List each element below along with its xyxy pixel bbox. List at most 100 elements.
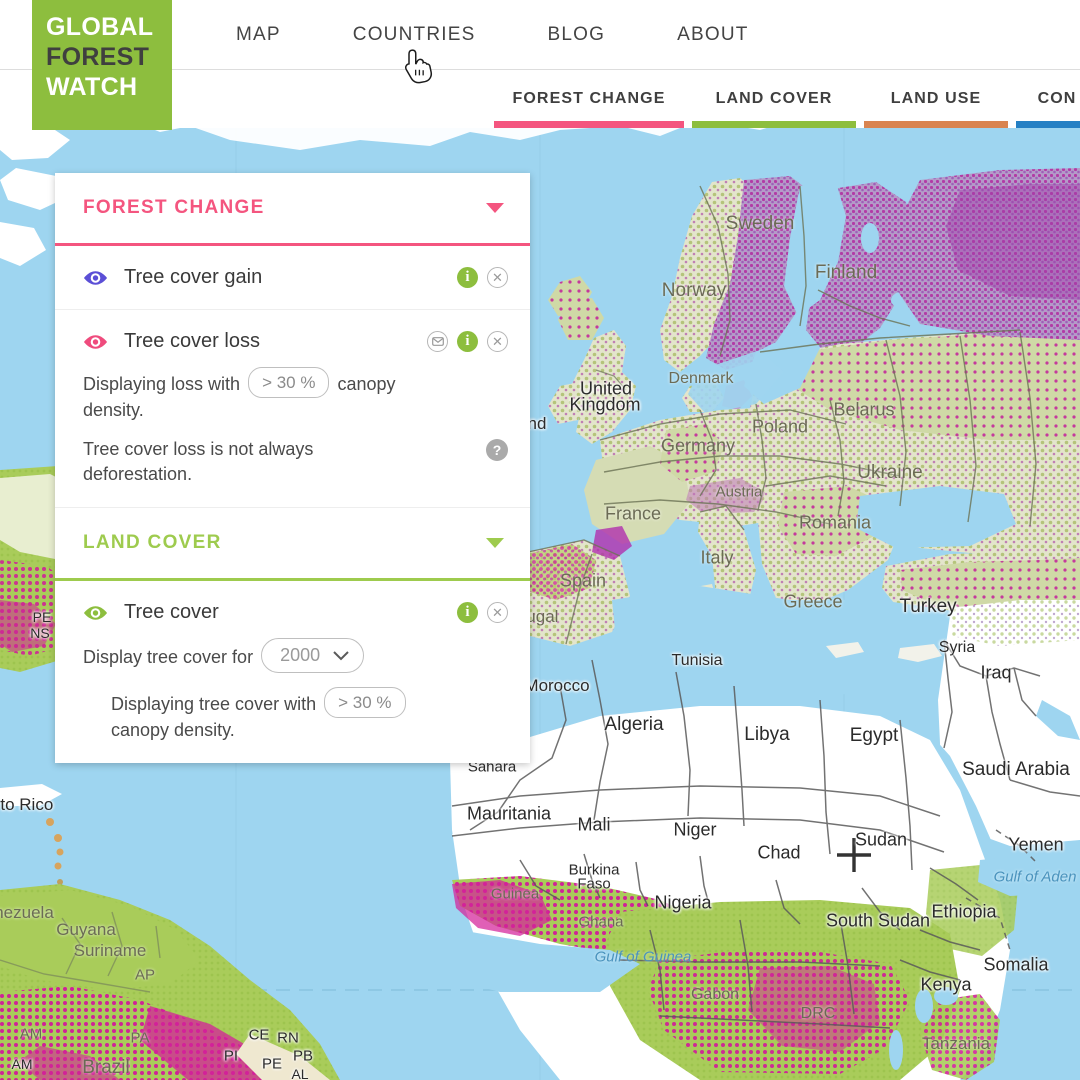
description-text-before: Displaying loss with <box>83 374 241 394</box>
info-icon[interactable]: i <box>457 602 478 623</box>
info-icon[interactable]: i <box>457 331 478 352</box>
map-label: AM <box>19 1025 43 1043</box>
layer-control-panel[interactable]: FOREST CHANGE Tree cover gain i ✕ Tree cover… <box>55 173 530 763</box>
map-label: Nigeria <box>654 892 712 913</box>
map-label: Faso <box>577 875 611 893</box>
map-label: Turkey <box>899 596 957 617</box>
description-text-after: canopy density. <box>111 720 235 740</box>
map-label: Spain <box>559 570 607 591</box>
tab-label: LAND USE <box>890 90 982 107</box>
visibility-eye-icon[interactable] <box>83 605 108 621</box>
description-text: Displaying loss with > 30 % canopy densi… <box>83 367 413 423</box>
close-icon[interactable]: ✕ <box>487 331 508 352</box>
mouse-cursor-pointer <box>404 49 433 84</box>
subscribe-mail-icon[interactable] <box>427 331 448 352</box>
map-label: Egypt <box>849 725 899 746</box>
map-label: Brazil <box>82 1057 130 1078</box>
help-icon[interactable]: ? <box>486 439 508 461</box>
info-icon[interactable]: i <box>457 267 478 288</box>
map-label: nezuela <box>0 903 54 922</box>
tab-land-cover[interactable]: LAND COVER <box>688 70 860 128</box>
layer-description: Displaying tree cover with > 30 % canopy… <box>111 687 508 743</box>
gfw-logo[interactable]: GLOBAL FOREST WATCH <box>32 0 172 130</box>
canopy-density-threshold[interactable]: > 30 % <box>248 367 330 398</box>
map-label: Saudi Arabia <box>962 759 1070 780</box>
tab-label: FOREST CHANGE <box>512 90 666 107</box>
close-icon[interactable]: ✕ <box>487 267 508 288</box>
map-label: CE <box>248 1026 270 1044</box>
tab-underline <box>692 121 856 128</box>
map-label: Ukraine <box>857 462 923 483</box>
logo-line-global: GLOBAL <box>46 13 154 41</box>
canopy-density-threshold[interactable]: > 30 % <box>324 687 406 718</box>
section-title: LAND COVER <box>83 532 222 553</box>
map-label: PI <box>223 1047 239 1065</box>
layer-actions: i ✕ <box>457 602 508 623</box>
layer-row[interactable]: Tree cover i ✕ Display tree cover for 2000 D… <box>55 581 530 763</box>
nav-item-countries[interactable]: COUNTRIES <box>317 24 512 46</box>
description-text-before: Display tree cover for <box>83 647 254 667</box>
map-label: Syria <box>938 639 976 656</box>
chevron-down-icon[interactable] <box>333 643 349 668</box>
map-label: Guinea <box>490 885 540 903</box>
map-label: PA <box>130 1029 150 1047</box>
map-label: AL <box>291 1066 309 1080</box>
map-label: Chad <box>757 842 801 863</box>
description-text: Display tree cover for 2000 <box>83 638 367 673</box>
chevron-down-icon[interactable] <box>486 203 504 213</box>
map-label: Sweden <box>725 213 795 234</box>
visibility-eye-icon[interactable] <box>83 334 108 350</box>
tab-forest-change[interactable]: FOREST CHANGE <box>490 70 688 128</box>
year-select-value: 2000 <box>280 645 321 665</box>
main-navigation: MAP COUNTRIES BLOG ABOUT <box>200 0 785 70</box>
year-select[interactable]: 2000 <box>261 638 365 673</box>
map-label: Gabon <box>690 986 740 1003</box>
map-label: DRC <box>800 1005 836 1022</box>
map-label: Somalia <box>983 954 1049 975</box>
layer-description: Tree cover loss is not always deforestat… <box>83 437 508 487</box>
tab-underline <box>1016 121 1080 128</box>
logo-line-watch: WATCH <box>46 73 138 101</box>
map-label: Ghana <box>578 913 624 931</box>
close-icon[interactable]: ✕ <box>487 602 508 623</box>
map-label: NS <box>30 625 50 641</box>
map-label: Austria <box>715 483 763 501</box>
chevron-down-icon[interactable] <box>486 538 504 548</box>
map-label: rto Rico <box>0 795 54 814</box>
logo-line-forest: FOREST <box>46 43 150 71</box>
tab-label: LAND COVER <box>715 90 833 107</box>
description-text-before: Tree cover loss is not always deforestat… <box>83 439 314 484</box>
map-label: Denmark <box>668 370 734 387</box>
map-label: Niger <box>673 819 717 840</box>
section-title: FOREST CHANGE <box>83 197 265 218</box>
map-label: Guyana <box>56 920 116 939</box>
map-label: Mauritania <box>466 803 552 824</box>
map-label: Gulf of Aden <box>993 868 1077 886</box>
nav-item-map[interactable]: MAP <box>200 24 317 46</box>
map-label: Algeria <box>604 714 664 735</box>
map-label: Morocco <box>524 676 590 695</box>
map-label: Gulf of Guinea <box>594 948 692 966</box>
map-label: Libya <box>744 724 790 745</box>
map-label: Suriname <box>73 941 147 960</box>
map-label: AM <box>11 1056 33 1072</box>
tab-con[interactable]: CON <box>1012 70 1080 128</box>
map-label: Iraq <box>980 662 1012 683</box>
map-label: Mali <box>577 814 611 835</box>
section-header-land-cover[interactable]: LAND COVER <box>55 508 530 578</box>
visibility-eye-icon[interactable] <box>83 270 108 286</box>
map-label: Kingdom <box>569 394 641 415</box>
layer-row[interactable]: Tree cover loss i ✕ Displaying loss with > … <box>55 310 530 508</box>
tab-land-use[interactable]: LAND USE <box>860 70 1012 128</box>
map-label: RN <box>277 1029 299 1047</box>
section-header-forest-change[interactable]: FOREST CHANGE <box>55 173 530 243</box>
nav-item-about[interactable]: ABOUT <box>641 24 784 46</box>
layer-row[interactable]: Tree cover gain i ✕ <box>55 246 530 310</box>
map-label: Italy <box>700 547 734 568</box>
layer-description: Displaying loss with > 30 % canopy densi… <box>83 367 508 423</box>
nav-item-blog[interactable]: BLOG <box>511 24 641 46</box>
map-label: PE <box>32 609 52 625</box>
map-label: Romania <box>798 512 872 533</box>
description-text: Tree cover loss is not always deforestat… <box>83 437 413 487</box>
map-label: AP <box>134 966 156 984</box>
